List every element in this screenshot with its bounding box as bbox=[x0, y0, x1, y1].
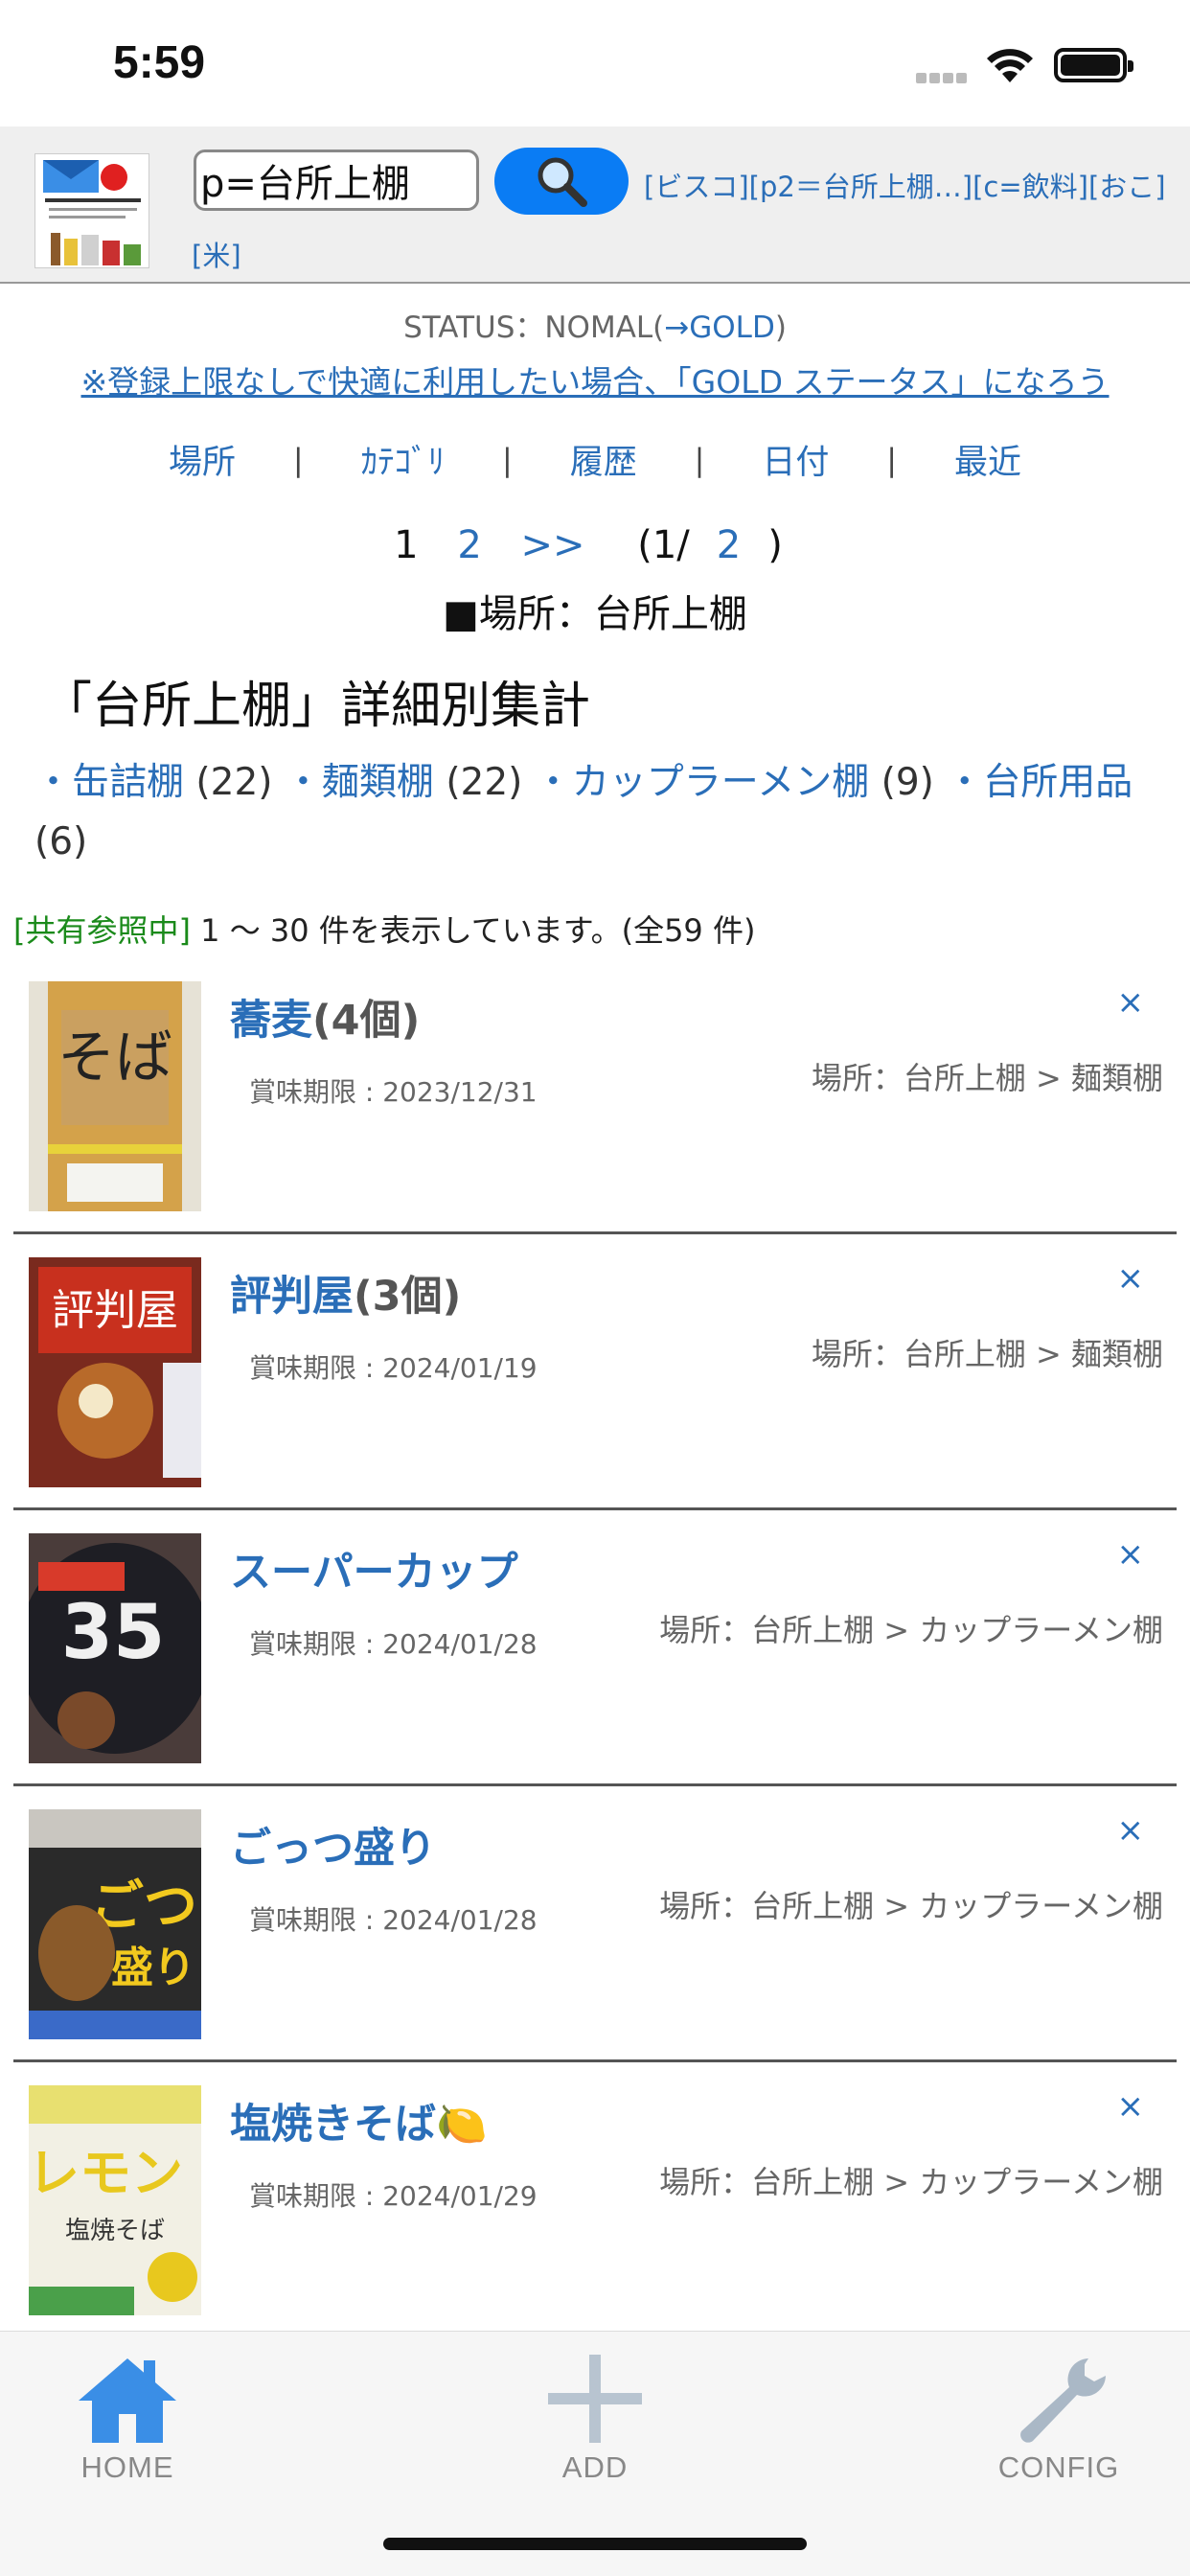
svg-text:評判屋: 評判屋 bbox=[52, 1286, 178, 1335]
app-logo[interactable] bbox=[34, 153, 149, 268]
delete-button[interactable]: × bbox=[1117, 1259, 1145, 1298]
svg-text:塩焼そば: 塩焼そば bbox=[65, 2217, 165, 2245]
list-item[interactable]: レモン 塩焼そば 塩焼きそば🍋 賞味期限 : 2024/01/29 × 場所：台… bbox=[13, 2062, 1177, 2338]
search-input[interactable] bbox=[194, 150, 479, 211]
account-status: STATUS：NOMAL(→GOLD) bbox=[403, 310, 787, 345]
tab-home[interactable]: HOME bbox=[46, 2355, 209, 2485]
clock-time: 5:59 bbox=[113, 37, 206, 88]
item-expiry: 賞味期限 : 2024/01/28 bbox=[249, 1628, 538, 1660]
item-thumbnail[interactable]: そば bbox=[29, 981, 201, 1211]
delete-button[interactable]: × bbox=[1117, 983, 1145, 1022]
shared-badge: [共有参照中] bbox=[13, 912, 191, 949]
battery-icon bbox=[1054, 48, 1133, 82]
filter-nav: 場所 | ｶﾃｺﾞﾘ | 履歴 | 日付 | 最近 bbox=[169, 435, 1021, 484]
cellular-signal-icon bbox=[916, 69, 972, 83]
svg-text:35: 35 bbox=[61, 1590, 166, 1676]
plus-icon bbox=[548, 2355, 642, 2443]
search-header: [ビスコ][p2＝台所上棚…][c=飲料][おこ] [米] bbox=[0, 126, 1190, 284]
quick-search-link-rice[interactable]: [米] bbox=[192, 234, 241, 274]
item-thumbnail[interactable]: ごつ 盛り bbox=[29, 1809, 201, 2039]
item-name[interactable]: 塩焼きそば🍋 bbox=[230, 2091, 488, 2150]
tab-home-label: HOME bbox=[80, 2450, 174, 2484]
category-link[interactable]: ・缶詰棚 bbox=[34, 761, 184, 804]
result-count: [共有参照中] 1 〜 30 件を表示しています。(全59 件) bbox=[13, 912, 756, 949]
list-item[interactable]: 評判屋 評判屋(3個) 賞味期限 : 2024/01/19 × 場所：台所上棚 … bbox=[13, 1234, 1177, 1510]
page-2-link[interactable]: 2 bbox=[457, 523, 481, 567]
svg-text:そば: そば bbox=[57, 1024, 172, 1092]
item-location: 場所：台所上棚 > カップラーメン棚 bbox=[659, 2164, 1163, 2200]
item-name[interactable]: スーパーカップ bbox=[230, 1539, 518, 1598]
home-indicator bbox=[383, 2538, 807, 2550]
list-item[interactable]: ごつ 盛り ごっつ盛り 賞味期限 : 2024/01/28 × 場所：台所上棚 … bbox=[13, 1786, 1177, 2062]
home-icon bbox=[79, 2358, 176, 2443]
item-name[interactable]: ごっつ盛り bbox=[230, 1815, 436, 1874]
item-location: 場所：台所上棚 > 麺類棚 bbox=[811, 1336, 1163, 1372]
tab-add[interactable]: ADD bbox=[514, 2355, 676, 2485]
page-current: 1 bbox=[394, 523, 419, 567]
category-count: (6) bbox=[34, 820, 88, 863]
nav-location[interactable]: 場所 bbox=[169, 435, 236, 484]
delete-button[interactable]: × bbox=[1117, 2087, 1145, 2126]
wrench-icon bbox=[1020, 2358, 1106, 2443]
item-thumbnail[interactable]: 評判屋 bbox=[29, 1257, 201, 1487]
item-thumbnail[interactable]: 35 bbox=[29, 1533, 201, 1763]
nav-separator: | bbox=[292, 441, 304, 478]
item-list: そば 蕎麦(4個) 賞味期限 : 2023/12/31 × 場所：台所上棚 > … bbox=[13, 958, 1177, 2338]
tab-config[interactable]: CONFIG bbox=[977, 2355, 1140, 2485]
list-item[interactable]: そば 蕎麦(4個) 賞味期限 : 2023/12/31 × 場所：台所上棚 > … bbox=[13, 958, 1177, 1234]
nav-separator: | bbox=[502, 441, 513, 478]
item-location: 場所：台所上棚 > カップラーメン棚 bbox=[659, 1612, 1163, 1648]
wifi-icon bbox=[987, 49, 1033, 82]
delete-button[interactable]: × bbox=[1117, 1811, 1145, 1850]
item-expiry: 賞味期限 : 2023/12/31 bbox=[249, 1076, 538, 1108]
item-location: 場所：台所上棚 > 麺類棚 bbox=[811, 1060, 1163, 1096]
nav-separator: | bbox=[694, 441, 705, 478]
nav-recent[interactable]: 最近 bbox=[954, 435, 1021, 484]
gold-link[interactable]: →GOLD bbox=[664, 310, 775, 345]
category-link[interactable]: ・台所用品 bbox=[946, 761, 1133, 804]
delete-button[interactable]: × bbox=[1117, 1535, 1145, 1574]
tab-add-label: ADD bbox=[561, 2450, 629, 2484]
svg-text:盛り: 盛り bbox=[111, 1944, 195, 1992]
gold-upgrade-link[interactable]: ※登録上限なしで快適に利用したい場合、「GOLD ステータス」になろう bbox=[0, 356, 1190, 402]
category-summary: ・缶詰棚 (22) ・麺類棚 (22) ・カップラーメン棚 (9) ・台所用品 … bbox=[34, 753, 1156, 872]
category-count: (9) bbox=[881, 761, 934, 804]
item-thumbnail[interactable]: レモン 塩焼そば bbox=[29, 2085, 201, 2315]
pagination: 1 2 >> (1/2) bbox=[0, 523, 1190, 567]
item-name[interactable]: 蕎麦(4個) bbox=[230, 987, 420, 1046]
search-button[interactable] bbox=[494, 148, 629, 215]
item-name[interactable]: 評判屋(3個) bbox=[230, 1263, 461, 1322]
category-count: (22) bbox=[195, 761, 273, 804]
magnifier-icon bbox=[538, 157, 587, 207]
page-info: (1/2) bbox=[637, 523, 783, 567]
summary-title: 「台所上棚」詳細別集計 bbox=[42, 678, 591, 735]
status-bar: 5:59 bbox=[0, 0, 1190, 126]
item-expiry: 賞味期限 : 2024/01/29 bbox=[249, 2180, 538, 2212]
item-location: 場所：台所上棚 > カップラーメン棚 bbox=[659, 1888, 1163, 1924]
svg-text:レモン: レモン bbox=[29, 2143, 183, 2203]
page-next-link[interactable]: >> bbox=[521, 523, 585, 567]
item-expiry: 賞味期限 : 2024/01/28 bbox=[249, 1904, 538, 1936]
tab-config-label: CONFIG bbox=[997, 2450, 1120, 2484]
nav-date[interactable]: 日付 bbox=[762, 435, 829, 484]
category-link[interactable]: ・麺類棚 bbox=[285, 761, 434, 804]
location-title: ■場所：台所上棚 bbox=[443, 592, 747, 636]
item-expiry: 賞味期限 : 2024/01/19 bbox=[249, 1352, 538, 1384]
nav-history[interactable]: 履歴 bbox=[570, 435, 637, 484]
nav-separator: | bbox=[886, 441, 898, 478]
quick-search-links[interactable]: [ビスコ][p2＝台所上棚…][c=飲料][おこ] bbox=[644, 165, 1180, 205]
nav-category[interactable]: ｶﾃｺﾞﾘ bbox=[361, 435, 446, 484]
category-count: (22) bbox=[446, 761, 523, 804]
list-item[interactable]: 35 スーパーカップ 賞味期限 : 2024/01/28 × 場所：台所上棚 >… bbox=[13, 1510, 1177, 1786]
category-link[interactable]: ・カップラーメン棚 bbox=[535, 761, 869, 804]
